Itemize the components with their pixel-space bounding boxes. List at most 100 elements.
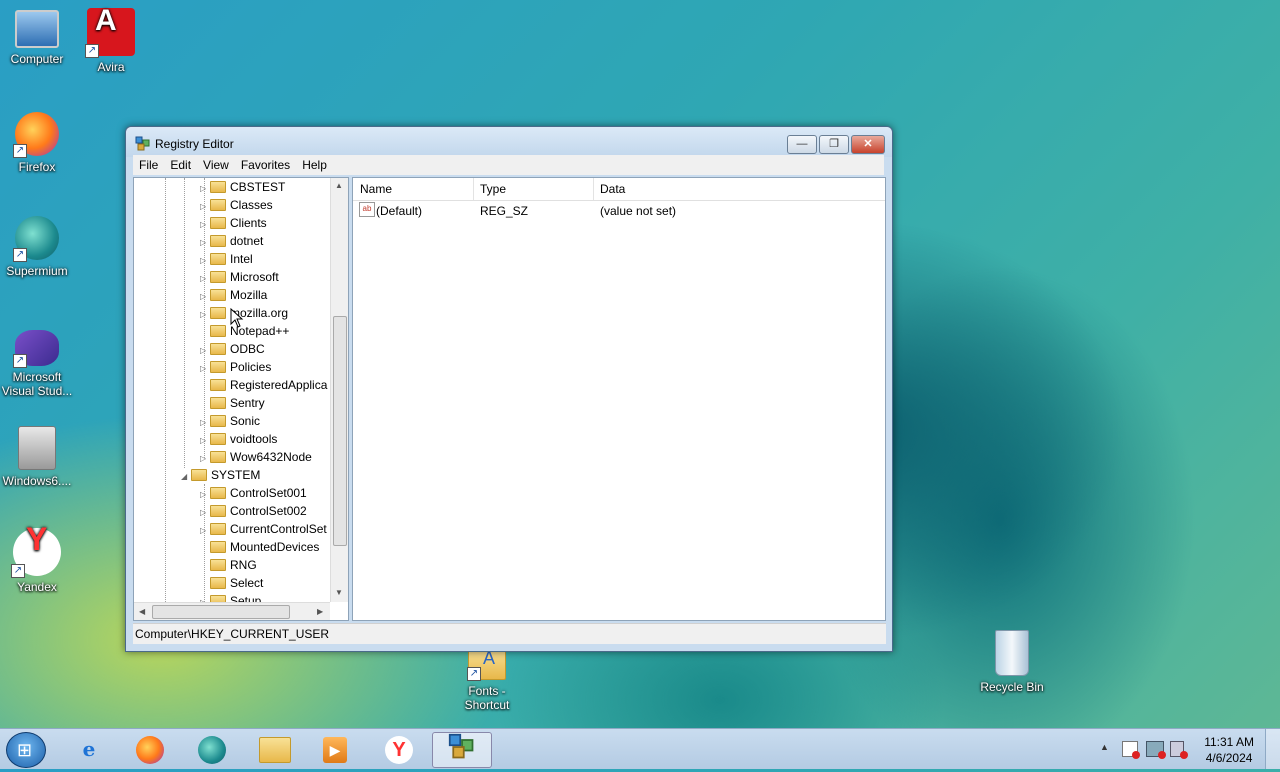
tree-node[interactable]: ▷ ControlSet002 [200, 502, 307, 520]
folder-icon [210, 415, 226, 427]
tree-node-label: Wow6432Node [230, 450, 312, 464]
tree-node-label: RNG [230, 558, 257, 572]
folder-icon [210, 379, 226, 391]
desktop-icon-avira[interactable]: A ↗ Avira [74, 6, 148, 74]
desktop-icon-label: Microsoft Visual Stud... [1, 370, 73, 398]
column-header-data[interactable]: Data [593, 178, 884, 200]
tree-node[interactable]: ▷ Mozilla [200, 286, 267, 304]
tree-horizontal-scrollbar[interactable]: ◀ ▶ [134, 602, 330, 620]
close-button[interactable]: ✕ [851, 135, 885, 154]
tree-node-label: Intel [230, 252, 253, 266]
scroll-thumb[interactable] [333, 316, 347, 546]
scroll-thumb[interactable] [152, 605, 290, 619]
tree-node[interactable]: ▷ Policies [200, 358, 271, 376]
network-icon[interactable] [1146, 741, 1166, 759]
scroll-left-arrow-icon[interactable]: ◀ [139, 607, 145, 616]
registry-values-pane[interactable]: Name Type Data ab (Default) REG_SZ (valu… [352, 177, 886, 621]
action-center-icon[interactable] [1122, 741, 1140, 759]
taskbar-supermium[interactable] [185, 732, 239, 766]
registry-editor-window[interactable]: Registry Editor — ❐ ✕ File Edit View Favori… [125, 126, 893, 652]
column-header-type[interactable]: Type [473, 178, 594, 200]
tree-node-label: Classes [230, 198, 273, 212]
tree-node[interactable]: Sentry [200, 394, 265, 412]
collapse-arrow-icon[interactable]: ◢ [181, 468, 191, 486]
tree-node[interactable]: Notepad++ [200, 322, 289, 340]
taskbar-internet-explorer[interactable]: e [62, 732, 116, 766]
tree-node[interactable]: ▷ CurrentControlSet [200, 520, 327, 538]
scroll-down-arrow-icon[interactable]: ▼ [335, 588, 343, 597]
tree-view[interactable]: ▷ CBSTEST ▷ Classes ▷ Clients ▷ dotnet ▷ Inte… [134, 178, 330, 602]
tree-node[interactable]: ▷ Wow6432Node [200, 448, 312, 466]
expand-arrow-icon[interactable]: ▷ [200, 594, 210, 602]
folder-icon [210, 199, 226, 211]
mouse-cursor-icon [230, 308, 244, 328]
menu-edit[interactable]: Edit [164, 155, 197, 175]
folder-open-icon [191, 469, 207, 481]
show-hidden-icons-arrow-icon[interactable]: ▲ [1100, 742, 1109, 752]
taskbar-firefox[interactable] [123, 732, 177, 766]
tree-node[interactable]: RNG [200, 556, 257, 574]
volume-muted-icon[interactable] [1170, 741, 1188, 759]
desktop-icon-supermium[interactable]: ↗ Supermium [0, 216, 74, 278]
tree-node[interactable]: ▷ voidtools [200, 430, 277, 448]
tree-node-label: ODBC [230, 342, 265, 356]
desktop-icon-windows6[interactable]: Windows6.... [0, 426, 74, 488]
start-button[interactable]: ⊞ [6, 732, 46, 768]
clock[interactable]: 11:31 AM 4/6/2024 [1204, 734, 1254, 766]
tree-node[interactable]: ▷ Classes [200, 196, 273, 214]
menu-file[interactable]: File [133, 155, 164, 175]
tree-node[interactable]: ▷ Intel [200, 250, 253, 268]
desktop-icon-recycle-bin[interactable]: Recycle Bin [975, 630, 1049, 694]
tree-node-label: ControlSet002 [230, 504, 307, 518]
tree-node[interactable]: MountedDevices [200, 538, 319, 556]
supermium-icon: ↗ [13, 216, 59, 262]
tree-node[interactable]: ▷ mozilla.org [200, 304, 288, 322]
taskbar-media-player[interactable]: ▶ [308, 732, 362, 766]
desktop-icon-firefox[interactable]: ↗ Firefox [0, 112, 74, 174]
tree-node[interactable]: ▷ ODBC [200, 340, 265, 358]
tree-node[interactable]: ▷ CBSTEST [200, 178, 285, 196]
tree-node-label: Mozilla [230, 288, 268, 302]
desktop-icon-visual-studio[interactable]: ↗ Microsoft Visual Stud... [0, 330, 74, 398]
tree-node[interactable]: ▷ Clients [200, 214, 267, 232]
restore-button[interactable]: ❐ [819, 135, 849, 154]
clock-date: 4/6/2024 [1205, 751, 1253, 765]
tree-node[interactable]: ▷ dotnet [200, 232, 263, 250]
title-bar[interactable]: Registry Editor — ❐ ✕ [126, 127, 892, 157]
tree-node-label: Policies [230, 360, 272, 374]
tree-node-label: CBSTEST [230, 180, 286, 194]
firefox-icon: ↗ [13, 112, 59, 158]
firefox-icon [136, 735, 164, 764]
tree-node-label: Microsoft [230, 270, 279, 284]
registry-tree-pane[interactable]: ▷ CBSTEST ▷ Classes ▷ Clients ▷ dotnet ▷ Inte… [133, 177, 349, 621]
menu-help[interactable]: Help [296, 155, 333, 175]
scroll-right-arrow-icon[interactable]: ▶ [317, 607, 323, 616]
scroll-up-arrow-icon[interactable]: ▲ [335, 181, 343, 190]
menu-favorites[interactable]: Favorites [235, 155, 296, 175]
regedit-icon [448, 733, 476, 772]
show-desktop-button[interactable] [1265, 729, 1280, 769]
column-header: Name Type Data [353, 178, 885, 201]
folder-icon [210, 361, 226, 373]
tree-node-system[interactable]: ◢ SYSTEM [181, 466, 260, 484]
taskbar-file-explorer[interactable] [248, 732, 302, 766]
windows-logo-icon: ⊞ [17, 740, 33, 760]
tree-node[interactable]: RegisteredApplica [200, 376, 327, 394]
table-row[interactable]: ab (Default) REG_SZ (value not set) [353, 202, 885, 220]
tree-node[interactable]: ▷ ControlSet001 [200, 484, 307, 502]
desktop-icon-fonts-shortcut[interactable]: A ↗ Fonts - Shortcut [450, 648, 524, 712]
minimize-button[interactable]: — [787, 135, 817, 154]
tree-vertical-scrollbar[interactable]: ▲ ▼ [330, 178, 348, 602]
tree-node-label: voidtools [230, 432, 278, 446]
folder-icon [210, 505, 226, 517]
tree-node[interactable]: ▷ Setup [200, 592, 261, 602]
tree-node[interactable]: ▷ Microsoft [200, 268, 279, 286]
desktop-icon-computer[interactable]: Computer [0, 10, 74, 66]
column-header-name[interactable]: Name [353, 178, 474, 200]
taskbar-registry-editor[interactable] [432, 732, 492, 768]
tree-node[interactable]: Select [200, 574, 263, 592]
taskbar-yandex[interactable]: Y [372, 732, 426, 766]
desktop-icon-yandex[interactable]: Y ↗ Yandex [0, 523, 74, 594]
tree-node[interactable]: ▷ Sonic [200, 412, 260, 430]
menu-view[interactable]: View [197, 155, 235, 175]
